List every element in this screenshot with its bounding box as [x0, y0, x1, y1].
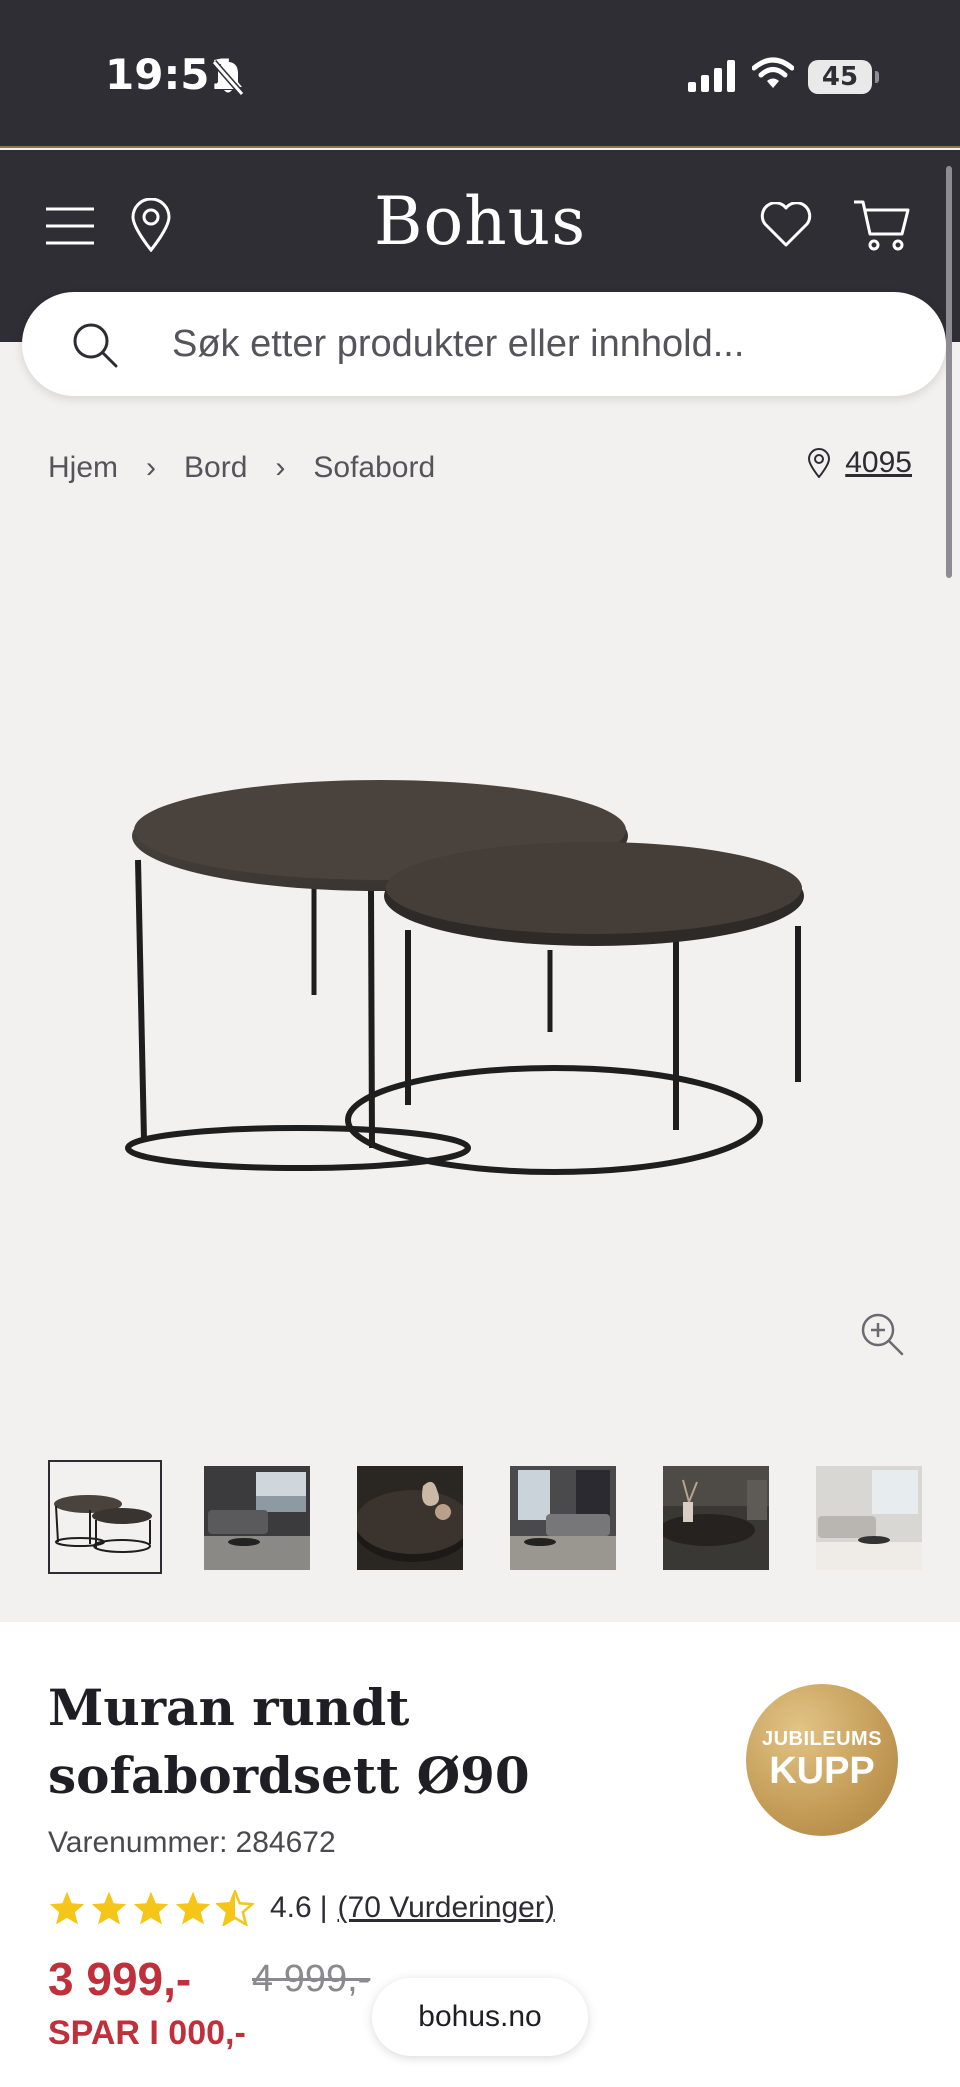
savings-label: SPAR I 000,- — [48, 2014, 246, 2052]
search-input[interactable] — [172, 314, 892, 374]
star-icon — [133, 1891, 169, 1925]
search-icon[interactable] — [72, 322, 118, 368]
heart-icon[interactable] — [760, 202, 812, 248]
breadcrumb-separator: › — [275, 451, 286, 484]
sku-label: Varenummer: — [48, 1826, 228, 1859]
store-number-link[interactable]: 4095 — [845, 446, 912, 480]
location-pin-icon — [808, 448, 831, 478]
thumbnail-living-room-3[interactable] — [816, 1466, 922, 1570]
badge-bottom-text: KUPP — [769, 1750, 875, 1792]
search-bar[interactable] — [22, 292, 946, 396]
zoom-in-icon[interactable] — [860, 1312, 904, 1356]
cellular-signal-icon — [688, 60, 735, 92]
domain-pill[interactable]: bohus.no — [372, 1978, 588, 2056]
breadcrumb-item-bord[interactable]: Bord — [184, 451, 247, 485]
cart-icon[interactable] — [852, 198, 910, 252]
star-icon — [49, 1891, 85, 1925]
product-rating[interactable]: 4.6 | (70 Vurderinger) — [48, 1890, 555, 1926]
product-title: Muran rundt sofabordsett Ø90 — [48, 1674, 688, 1810]
rating-count-link[interactable]: (70 Vurderinger) — [338, 1891, 555, 1925]
thumbnail-table-set[interactable] — [48, 1460, 162, 1574]
jubileums-kupp-badge: JUBILEUMS KUPP — [746, 1684, 898, 1836]
thumbnail-living-room-1[interactable] — [204, 1466, 310, 1570]
old-price: 4 999,- — [252, 1958, 371, 2000]
rating-separator: | — [319, 1891, 328, 1924]
thumbnail-table-closeup[interactable] — [357, 1466, 463, 1570]
battery-indicator: 45 — [808, 60, 879, 94]
product-title-line2: sofabordsett Ø90 — [48, 1746, 530, 1805]
breadcrumb-item-sofabord[interactable]: Sofabord — [313, 451, 435, 485]
bell-muted-icon — [211, 60, 245, 96]
rating-stars — [48, 1890, 258, 1926]
current-price: 3 999,- — [48, 1953, 192, 2005]
wifi-icon — [752, 57, 794, 88]
scrollbar[interactable] — [946, 166, 952, 578]
status-bar: 19:51 45 — [0, 0, 960, 148]
breadcrumb-separator: › — [146, 451, 157, 484]
breadcrumb-item-home[interactable]: Hjem — [48, 451, 118, 485]
product-sku: Varenummer: 284672 — [48, 1826, 336, 1860]
store-selector[interactable]: 4095 — [807, 446, 912, 480]
product-title-line1: Muran rundt — [48, 1678, 410, 1737]
star-icon — [175, 1891, 211, 1925]
thumbnail-strip — [48, 1460, 928, 1574]
star-icon — [91, 1891, 127, 1925]
badge-top-text: JUBILEUMS — [761, 1728, 883, 1750]
breadcrumb: Hjem › Bord › Sofabord — [48, 448, 435, 488]
rating-value: 4.6 — [270, 1891, 312, 1924]
product-info: Muran rundt sofabordsett Ø90 Varenummer:… — [0, 1622, 960, 2087]
product-image[interactable] — [118, 770, 828, 1180]
star-half-icon — [216, 1890, 254, 1926]
thumbnail-table-styled[interactable] — [663, 1466, 769, 1570]
site-logo[interactable]: Bohus — [0, 183, 960, 260]
thumbnail-living-room-2[interactable] — [510, 1466, 616, 1570]
sku-value: 284672 — [235, 1826, 336, 1859]
